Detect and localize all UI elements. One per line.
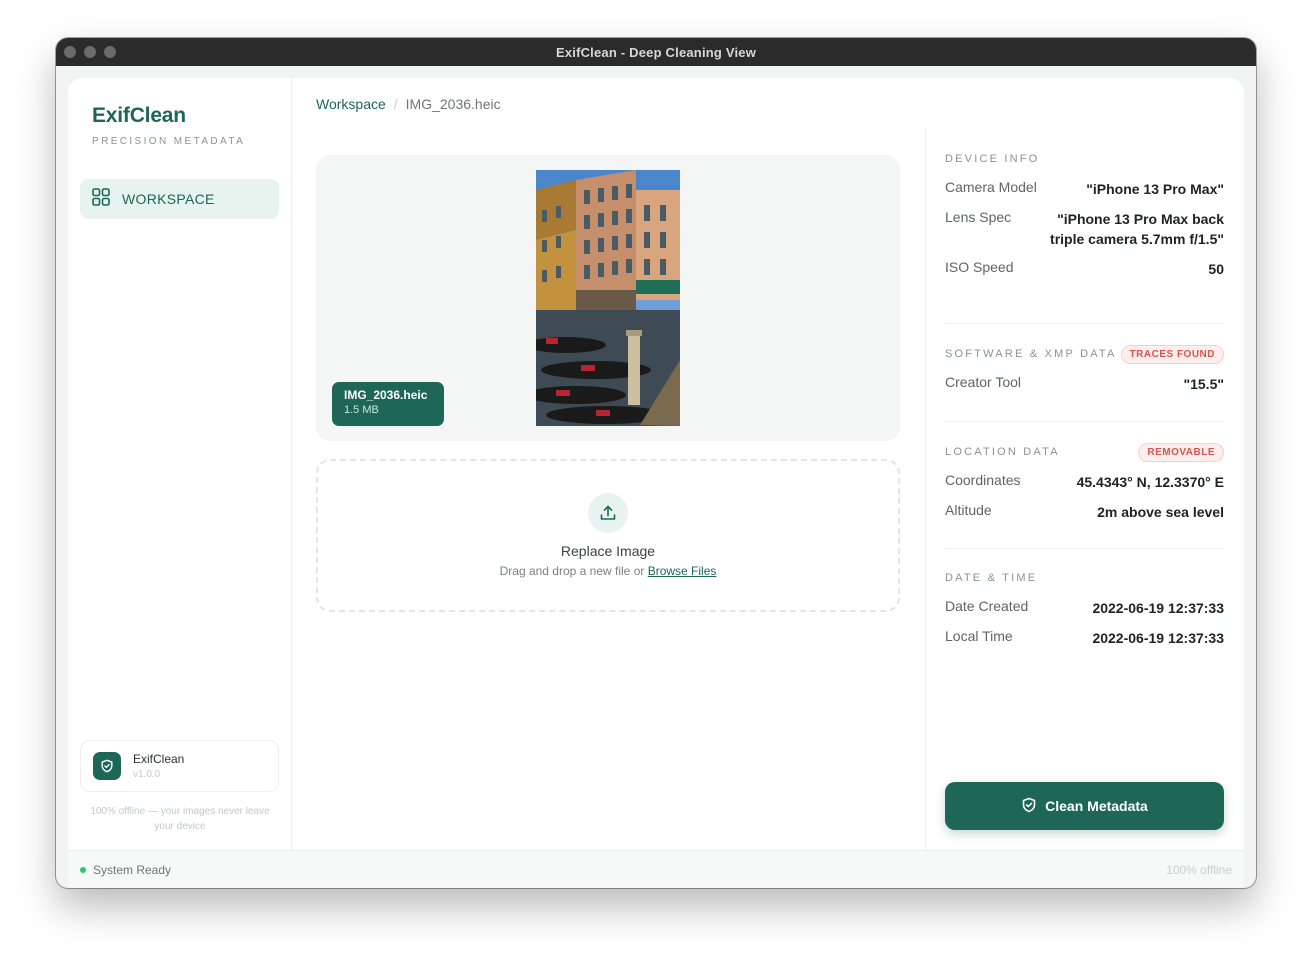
metadata-value: "iPhone 13 Pro Max back triple camera 5.… [1050, 211, 1224, 247]
metadata-value: 2m above sea level [1097, 504, 1224, 520]
breadcrumb-current: IMG_2036.heic [405, 96, 501, 112]
metadata-value: 45.4343° N, 12.3370° E [1076, 474, 1224, 490]
metadata-panel: DEVICE INFO Camera Model "iPhone 13 Pro … [925, 78, 1244, 850]
breadcrumb-separator: / [393, 96, 398, 112]
app-window: ExifClean - Deep Cleaning View ExifClean… [56, 38, 1256, 888]
status-bar: System Ready 100% offline [68, 850, 1244, 888]
metadata-row: Altitude 2m above sea level [945, 502, 1224, 522]
metadata-row: ISO Speed 50 [945, 259, 1224, 279]
window-title: ExifClean - Deep Cleaning View [555, 44, 757, 60]
replace-image-dropzone[interactable]: Replace Image Drag and drop a new file o… [316, 459, 900, 612]
device-info-section: DEVICE INFO Camera Model "iPhone 13 Pro … [945, 149, 1224, 279]
section-title: DEVICE INFO [945, 153, 1040, 165]
app-name: ExifClean [133, 752, 185, 766]
close-window-button[interactable] [64, 46, 76, 58]
section-title: SOFTWARE & XMP DATA [945, 348, 1117, 360]
browse-files-link[interactable]: Browse Files [648, 564, 717, 578]
software-section: SOFTWARE & XMP DATA TRACES FOUND Creator… [945, 344, 1224, 394]
location-section: LOCATION DATA REMOVABLE Coordinates 45.4… [945, 442, 1224, 522]
status-dot-icon [80, 866, 86, 873]
image-preview: IMG_2036.heic 1.5 MB [316, 155, 900, 441]
offline-status: 100% offline [1166, 862, 1232, 877]
app-body: ExifClean PRECISION METADATA WORKSPACE E… [68, 78, 1244, 850]
file-size: 1.5 MB [344, 404, 379, 416]
metadata-row: Local Time 2022-06-19 12:37:33 [945, 628, 1224, 648]
file-name: IMG_2036.heic [344, 388, 428, 402]
metadata-value: "15.5" [1183, 376, 1224, 392]
upload-icon [588, 493, 628, 533]
panel-divider [925, 128, 926, 850]
dropzone-subtitle: Drag and drop a new file or Browse Files [318, 564, 898, 578]
section-title: DATE & TIME [945, 572, 1038, 584]
app-info-card: ExifClean v1.0.0 [80, 740, 279, 792]
section-divider [945, 548, 1224, 549]
metadata-row: Creator Tool "15.5" [945, 374, 1224, 394]
brand: ExifClean PRECISION METADATA [92, 104, 245, 147]
app-version: v1.0.0 [133, 769, 161, 780]
section-divider [945, 323, 1224, 324]
metadata-value: "iPhone 13 Pro Max" [1086, 181, 1224, 197]
metadata-value: 2022-06-19 12:37:33 [1092, 600, 1224, 616]
metadata-value: 50 [1208, 261, 1224, 277]
sidebar-item-workspace[interactable]: WORKSPACE [80, 179, 279, 219]
section-divider [945, 421, 1224, 422]
shield-icon [93, 752, 121, 780]
metadata-key: Altitude [945, 502, 992, 518]
dropzone-instructions: Drag and drop a new file or [499, 564, 645, 578]
metadata-value: 2022-06-19 12:37:33 [1092, 630, 1224, 646]
metadata-row: Date Created 2022-06-19 12:37:33 [945, 598, 1224, 618]
brand-title: ExifClean [92, 104, 186, 127]
metadata-key: Creator Tool [945, 374, 1022, 390]
minimize-window-button[interactable] [84, 46, 96, 58]
file-info-chip: IMG_2036.heic 1.5 MB [332, 382, 444, 426]
metadata-row: Camera Model "iPhone 13 Pro Max" [945, 179, 1224, 199]
clean-metadata-button[interactable]: Clean Metadata [945, 782, 1224, 830]
section-title: LOCATION DATA [945, 446, 1060, 458]
photo-thumbnail [536, 170, 680, 426]
sidebar-item-label: WORKSPACE [122, 191, 215, 207]
clean-metadata-label: Clean Metadata [1045, 798, 1148, 814]
dropzone-title: Replace Image [560, 543, 656, 559]
breadcrumb-workspace-link[interactable]: Workspace [316, 96, 386, 112]
metadata-key: Lens Spec [945, 209, 1012, 225]
title-bar: ExifClean - Deep Cleaning View [56, 38, 1256, 66]
main-content: Workspace / IMG_2036.heic IMG_2036.heic … [292, 78, 925, 850]
metadata-key: Camera Model [945, 179, 1037, 195]
brand-subtitle: PRECISION METADATA [92, 136, 246, 147]
metadata-row: Lens Spec "iPhone 13 Pro Max back triple… [945, 209, 1224, 249]
metadata-key: Coordinates [945, 472, 1021, 488]
metadata-row: Coordinates 45.4343° N, 12.3370° E [945, 472, 1224, 492]
metadata-key: Date Created [945, 598, 1029, 614]
zoom-window-button[interactable] [104, 46, 116, 58]
removable-badge: REMOVABLE [1138, 442, 1224, 462]
status-text: System Ready [93, 862, 172, 877]
metadata-key: Local Time [945, 628, 1013, 644]
breadcrumb: Workspace / IMG_2036.heic [316, 96, 501, 112]
offline-note: 100% offline — your images never leave y… [90, 806, 270, 832]
grid-icon [92, 187, 110, 211]
date-time-section: DATE & TIME Date Created 2022-06-19 12:3… [945, 568, 1224, 648]
window-controls [64, 46, 116, 58]
traces-found-badge: TRACES FOUND [1120, 344, 1224, 364]
shield-check-icon [1021, 797, 1037, 816]
sidebar: ExifClean PRECISION METADATA WORKSPACE E… [68, 78, 292, 850]
metadata-key: ISO Speed [945, 259, 1014, 275]
